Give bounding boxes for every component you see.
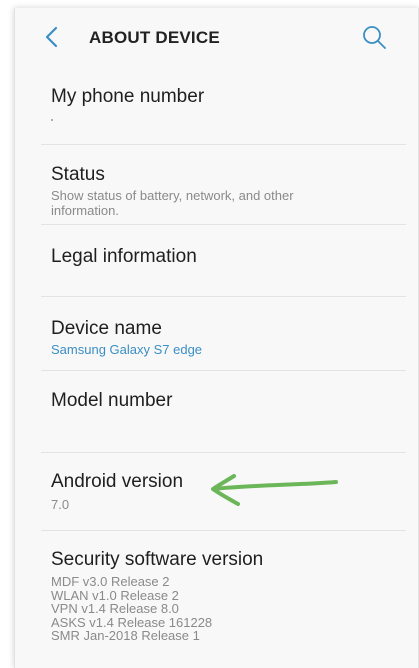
version-line: VPN v1.4 Release 8.0 xyxy=(51,601,179,617)
list-item-device-name[interactable]: Device name Samsung Galaxy S7 edge xyxy=(41,297,406,371)
empty-value-dot xyxy=(51,119,53,121)
back-button[interactable] xyxy=(41,22,65,52)
version-line: SMR Jan-2018 Release 1 xyxy=(51,628,200,644)
page-title: ABOUT DEVICE xyxy=(89,28,220,47)
item-title: My phone number xyxy=(51,86,205,107)
list-item-model-number[interactable]: Model number xyxy=(41,371,406,453)
settings-screen: ABOUT DEVICE My phone number Status Show… xyxy=(14,8,419,668)
item-title: Model number xyxy=(51,390,173,411)
list-item-security-software-version[interactable]: Security software version MDF v3.0 Relea… xyxy=(41,531,406,668)
item-title: Device name xyxy=(51,318,162,339)
search-button[interactable] xyxy=(359,22,389,52)
item-subtitle: Show status of battery, network, and oth… xyxy=(51,188,294,218)
item-subtitle-lines: MDF v3.0 Release 2 WLAN v1.0 Release 2 V… xyxy=(51,575,351,643)
app-bar: ABOUT DEVICE xyxy=(15,8,418,67)
version-line: WLAN v1.0 Release 2 xyxy=(51,587,179,603)
item-title: Status xyxy=(51,164,105,185)
annotation-arrow-icon xyxy=(211,474,338,506)
version-line: ASKS v1.4 Release 161228 xyxy=(51,614,213,630)
item-title: Android version xyxy=(51,471,184,492)
item-title: Security software version xyxy=(51,549,264,570)
version-line: MDF v3.0 Release 2 xyxy=(51,574,170,589)
list-item-my-phone-number[interactable]: My phone number xyxy=(41,67,406,145)
item-subtitle: Samsung Galaxy S7 edge xyxy=(51,342,203,357)
list-item-status[interactable]: Status Show status of battery, network, … xyxy=(41,145,406,225)
item-title: Legal information xyxy=(51,246,197,267)
search-icon xyxy=(363,26,386,49)
settings-list: My phone number Status Show status of ba… xyxy=(41,67,406,668)
chevron-left-icon xyxy=(45,26,58,48)
list-item-legal-information[interactable]: Legal information xyxy=(41,225,406,297)
